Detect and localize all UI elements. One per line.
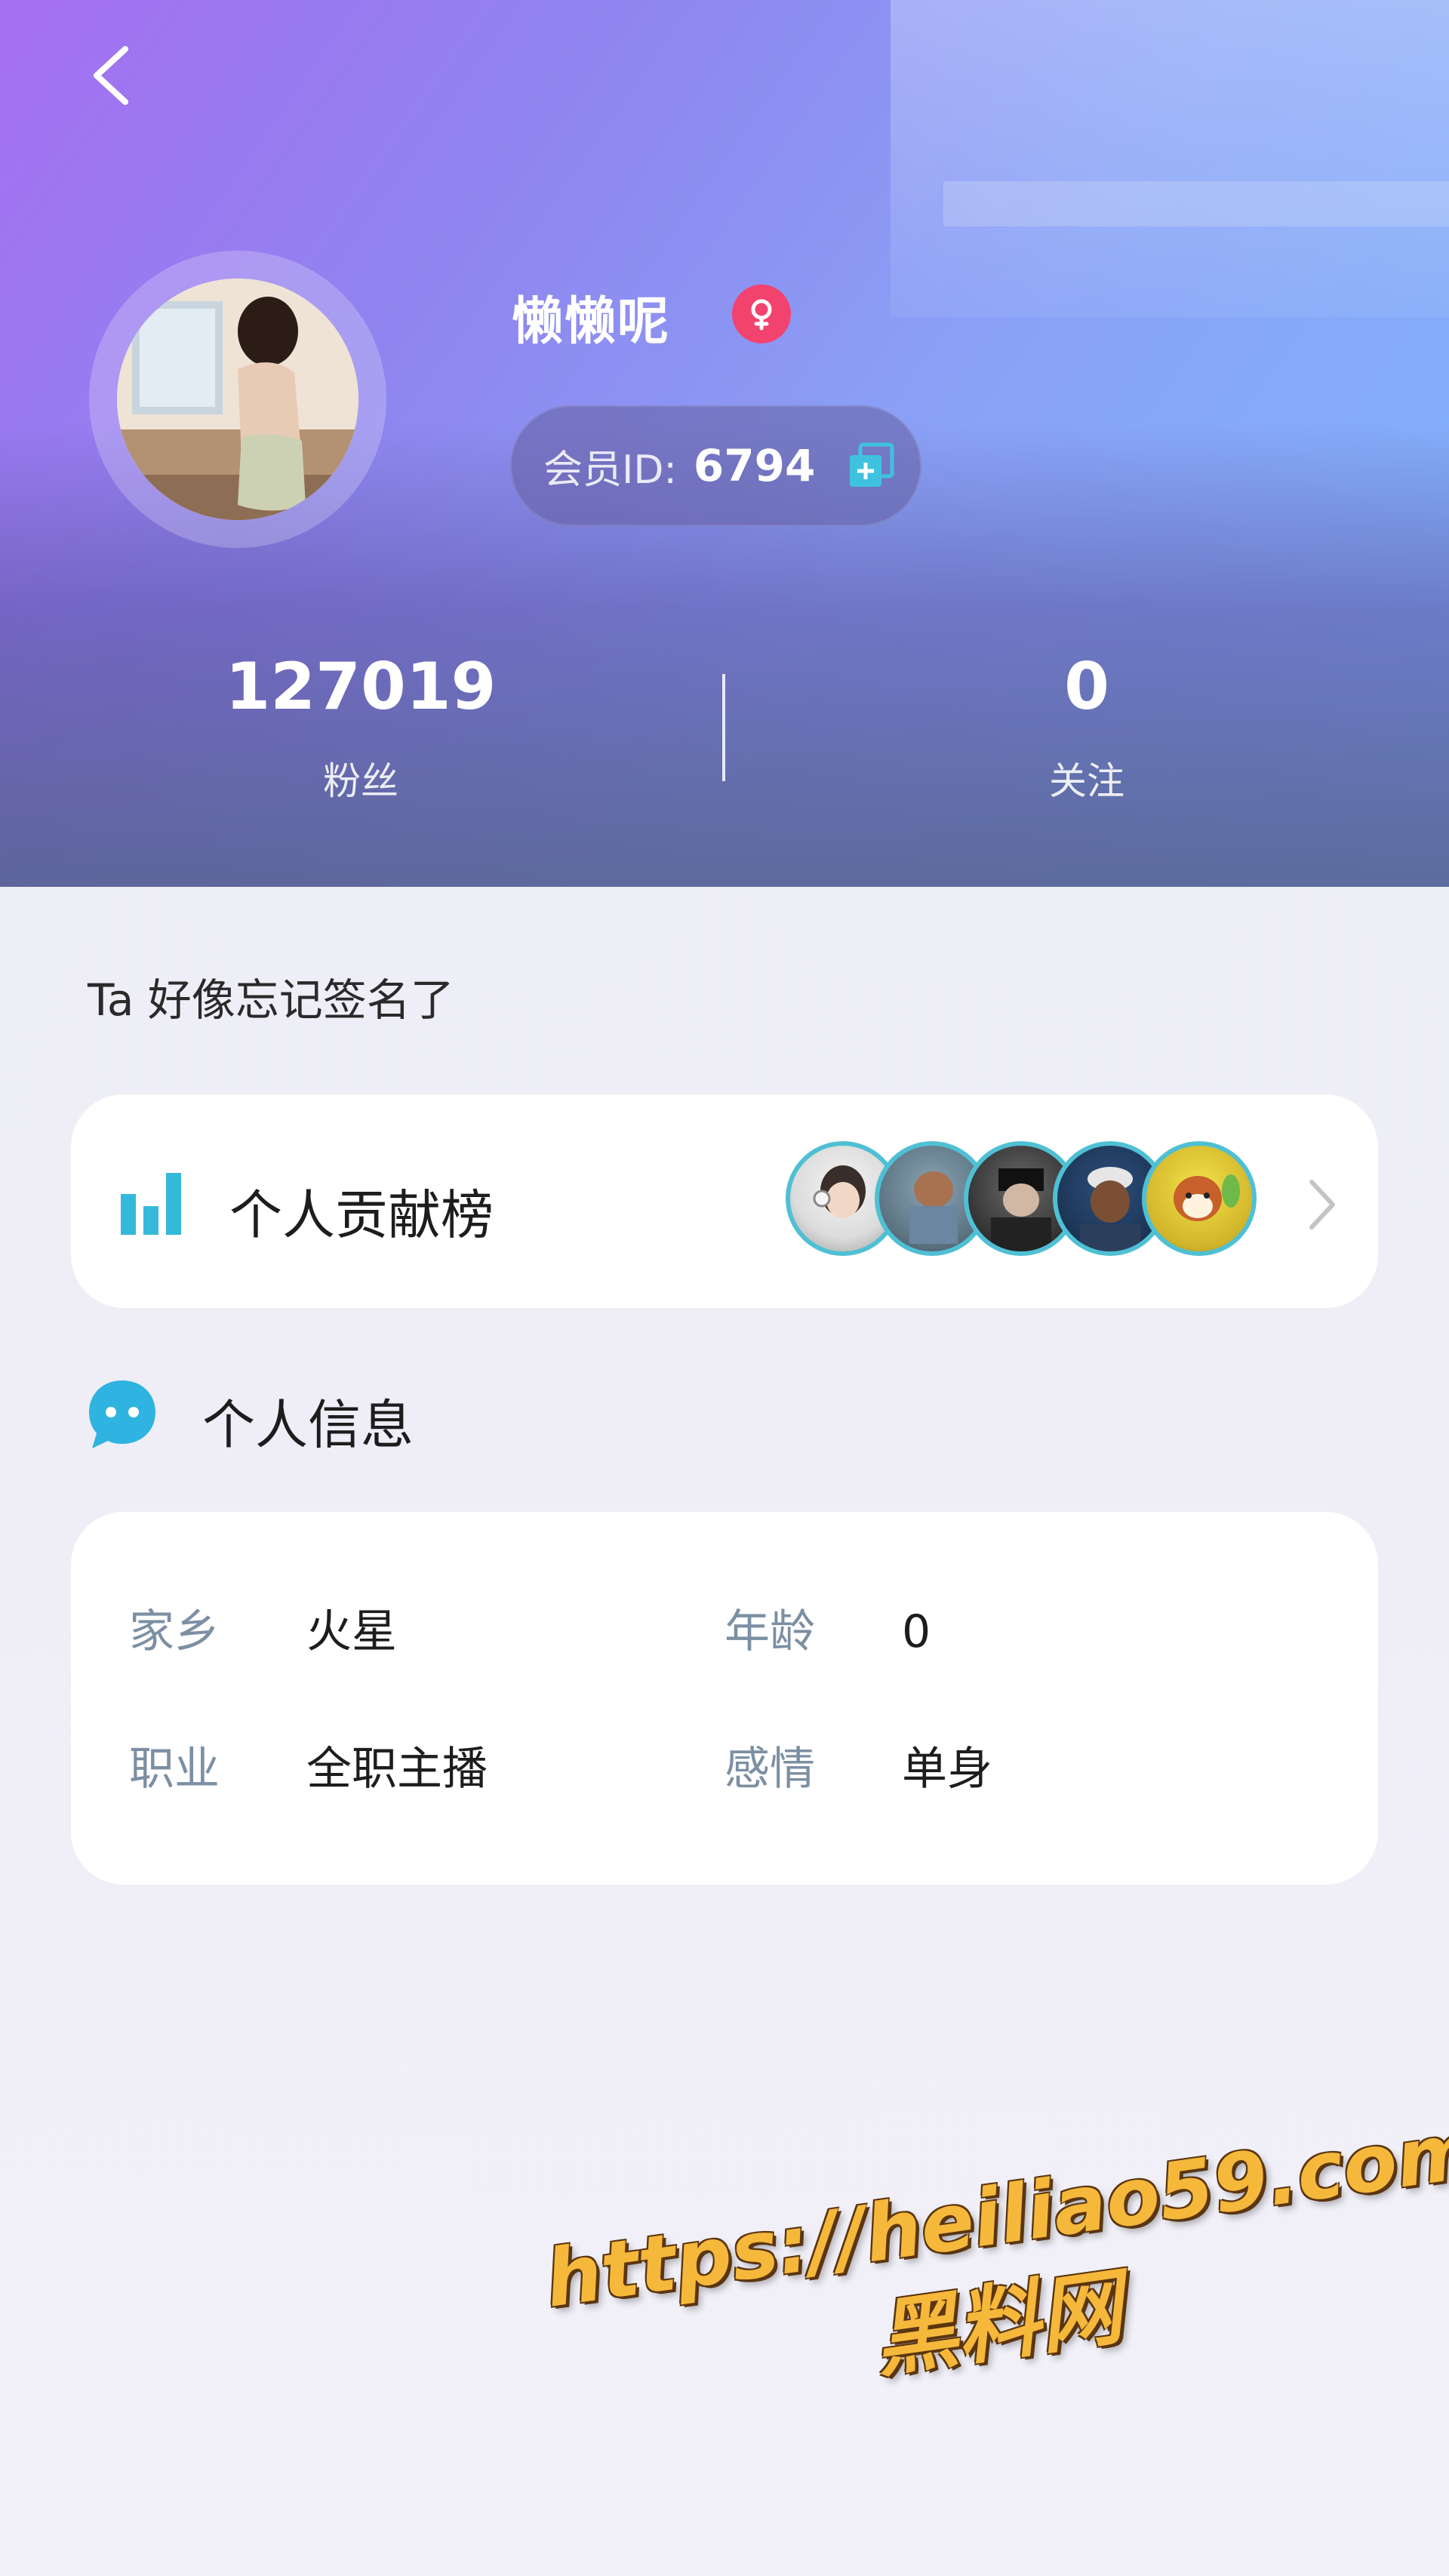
info-key: 感情 [724, 1743, 815, 1796]
copy-icon[interactable] [847, 442, 895, 490]
profile-header: 懒懒呢 会员ID: 6794 127019 粉丝 0 关注 [0, 0, 1449, 887]
chat-bubble-icon [89, 1380, 155, 1448]
back-chevron-icon[interactable] [83, 42, 143, 109]
contribution-rank-title: 个人贡献榜 [229, 1184, 494, 1246]
member-id-label: 会员ID: [543, 447, 677, 493]
followers-count: 127019 [225, 649, 497, 725]
stats-divider [722, 674, 725, 781]
info-key: 年龄 [724, 1605, 815, 1658]
avatar-photo [117, 279, 358, 520]
info-value: 单身 [902, 1743, 992, 1796]
female-icon [732, 285, 791, 343]
info-relationship: 感情 单身 [724, 1732, 992, 1798]
avatar[interactable] [117, 279, 358, 520]
following-label: 关注 [1049, 759, 1124, 803]
info-key: 家乡 [129, 1605, 220, 1658]
watermark: https://heiliao59.com 黑料网 [540, 2104, 1449, 2503]
contributor-avatar [1142, 1141, 1257, 1256]
bar-chart-icon [121, 1173, 181, 1235]
info-key: 职业 [129, 1743, 220, 1796]
header-background-photo-detail [943, 181, 1449, 226]
avatar-ring[interactable] [89, 251, 386, 548]
chevron-right-icon[interactable] [1298, 1174, 1343, 1235]
info-hometown: 家乡 火星 [129, 1595, 397, 1660]
personal-info-title: 个人信息 [202, 1394, 414, 1456]
followers-stat[interactable]: 127019 粉丝 [172, 645, 549, 805]
info-age: 年龄 0 [724, 1595, 931, 1660]
member-id-value: 6794 [693, 440, 816, 491]
member-id-pill[interactable]: 会员ID: 6794 [510, 405, 921, 526]
contribution-rank-card[interactable]: 个人贡献榜 [71, 1094, 1378, 1308]
info-value: 0 [902, 1605, 931, 1658]
followers-label: 粉丝 [323, 759, 398, 803]
personal-info-card: 家乡 火星 年龄 0 职业 全职主播 感情 单身 [71, 1512, 1378, 1885]
following-count: 0 [1064, 649, 1109, 725]
info-value: 全职主播 [306, 1743, 488, 1796]
info-value: 火星 [306, 1605, 397, 1658]
header-background-photo [891, 0, 1449, 317]
info-occupation: 职业 全职主播 [129, 1732, 488, 1798]
signature-text: Ta 好像忘记签名了 [88, 974, 454, 1026]
following-stat[interactable]: 0 关注 [898, 645, 1275, 805]
username: 懒懒呢 [512, 292, 671, 352]
